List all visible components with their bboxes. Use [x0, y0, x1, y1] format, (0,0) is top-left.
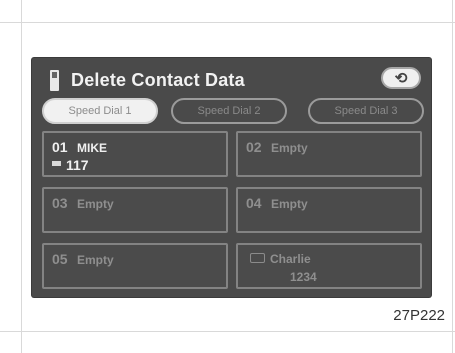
speed-dial-entry-05[interactable]: 05 Empty: [42, 243, 228, 289]
speed-dial-entry-02[interactable]: 02 Empty: [236, 131, 422, 177]
figure-code: 27P222: [393, 307, 445, 324]
speed-dial-entry-charlie[interactable]: Charlie 1234: [236, 243, 422, 289]
entry-phone: 117: [66, 157, 89, 173]
entry-name: Empty: [77, 253, 114, 267]
frame-left-line: [21, 0, 22, 353]
entry-number: 05: [52, 251, 68, 267]
speed-dial-entry-04[interactable]: 04 Empty: [236, 187, 422, 233]
entry-name: Empty: [77, 197, 114, 211]
entry-number: 02: [246, 139, 262, 155]
delete-contact-screen: Delete Contact Data ⟲ Speed Dial 1 Speed…: [32, 58, 431, 297]
tab-label: Speed Dial 3: [334, 105, 398, 117]
frame-right-line: [452, 0, 453, 353]
entry-name: Empty: [271, 141, 308, 155]
phone-number-icon: [52, 161, 61, 166]
speed-dial-tabs: Speed Dial 1 Speed Dial 2 Speed Dial 3: [42, 98, 424, 126]
frame-bottom-line: [0, 331, 455, 332]
speed-dial-grid: 01 MIKE 117 02 Empty 03 Empty 04 Empty 0…: [42, 131, 422, 289]
tab-speed-dial-1[interactable]: Speed Dial 1: [42, 98, 158, 124]
tab-speed-dial-2[interactable]: Speed Dial 2: [171, 98, 287, 124]
entry-name: Charlie: [270, 252, 311, 266]
speed-dial-entry-03[interactable]: 03 Empty: [42, 187, 228, 233]
title-row: Delete Contact Data: [50, 66, 245, 94]
entry-number: 03: [52, 195, 68, 211]
entry-name: MIKE: [77, 141, 107, 155]
entry-name: Empty: [271, 197, 308, 211]
tab-speed-dial-3[interactable]: Speed Dial 3: [308, 98, 424, 124]
tab-label: Speed Dial 1: [68, 105, 132, 117]
return-arrow-icon: ⟲: [394, 70, 408, 87]
page-title: Delete Contact Data: [71, 69, 245, 90]
entry-number: 01: [52, 139, 68, 155]
frame-top-line: [0, 22, 455, 23]
speed-dial-entry-01[interactable]: 01 MIKE 117: [42, 131, 228, 177]
tab-label: Speed Dial 2: [197, 105, 261, 117]
entry-phone: 1234: [290, 270, 317, 284]
back-button[interactable]: ⟲: [381, 67, 421, 89]
entry-number: 04: [246, 195, 262, 211]
contact-icon: [250, 253, 265, 263]
phone-icon: [50, 69, 59, 91]
